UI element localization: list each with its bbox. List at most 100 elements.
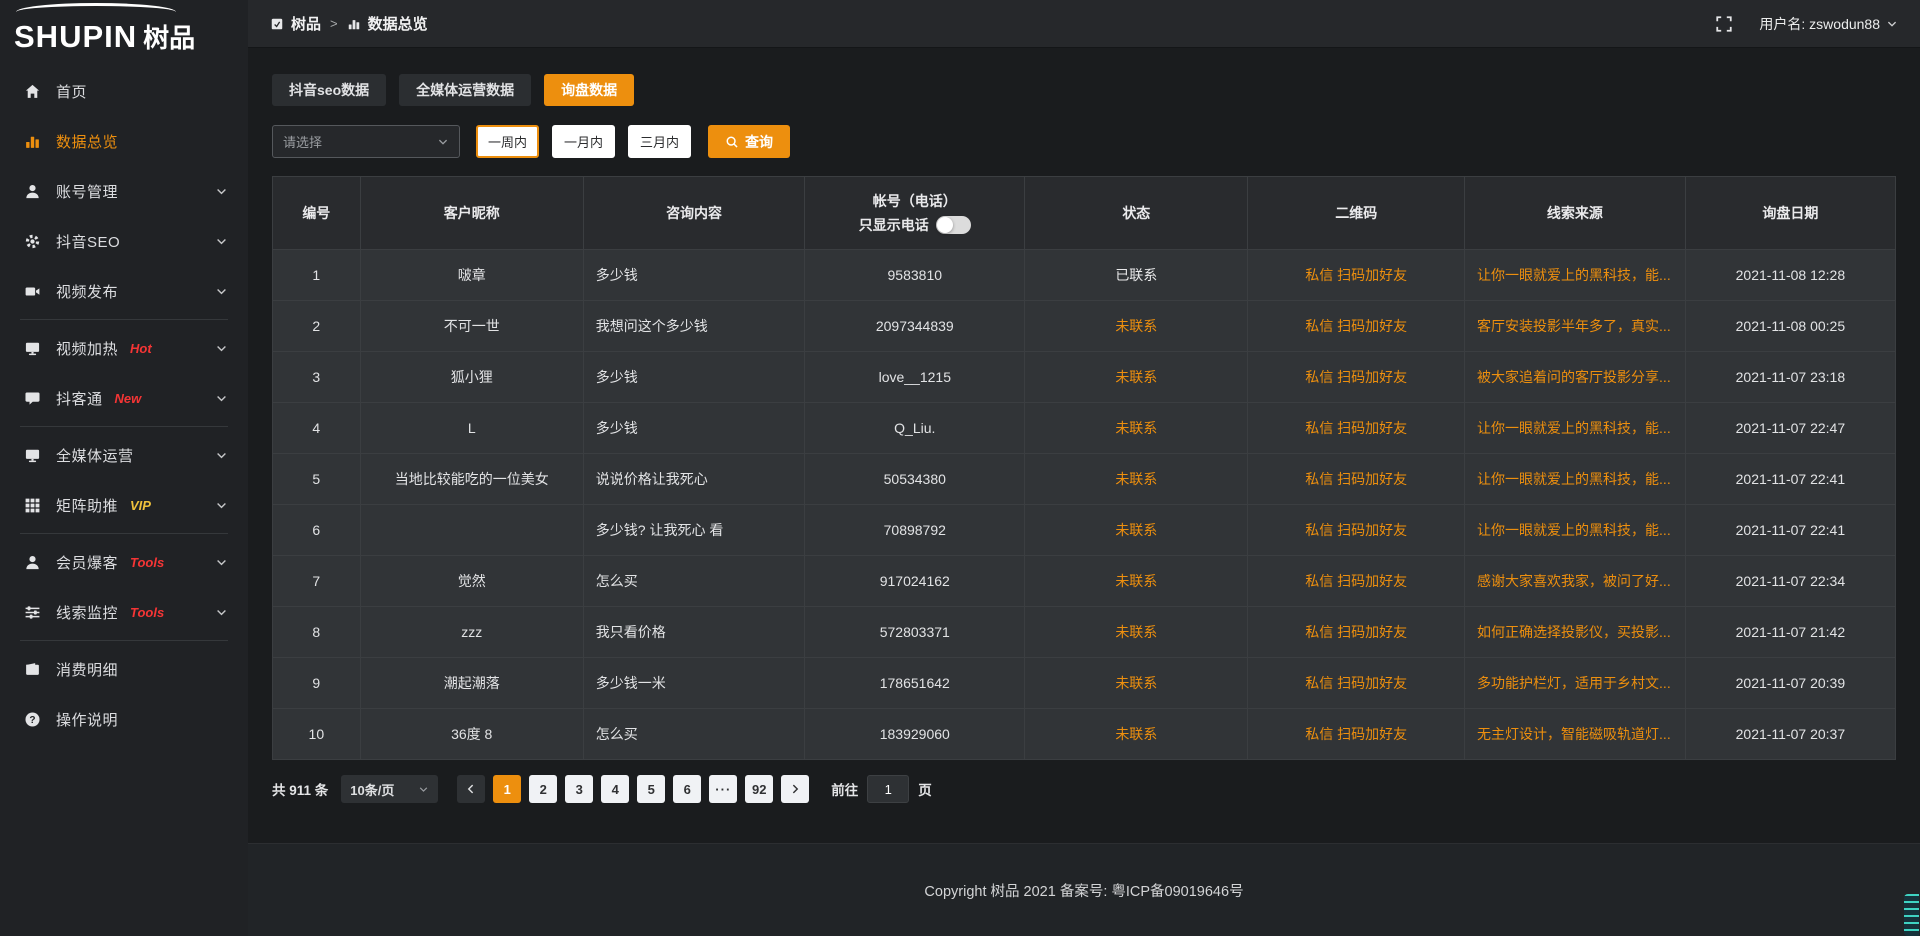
cell-qrcode[interactable]: 私信 扫码加好友 (1248, 658, 1465, 709)
sidebar-item-label: 数据总览 (56, 131, 118, 152)
sidebar-item-label: 线索监控 (56, 602, 118, 623)
column-header-5: 二维码 (1248, 177, 1465, 250)
topbar: 树品 > 数据总览 用户名: zswodun88 (248, 0, 1920, 48)
cell-source[interactable]: 让你一眼就爱上的黑科技，能... (1465, 505, 1686, 556)
table-row: 5当地比较能吃的一位美女说说价格让我死心50534380未联系私信 扫码加好友让… (273, 454, 1896, 505)
cell-source[interactable]: 让你一眼就爱上的黑科技，能... (1465, 250, 1686, 301)
sidebar-menu: 首页数据总览账号管理抖音SEO视频发布视频加热Hot抖客通New 全媒体运营矩阵助… (0, 58, 248, 936)
tab-inquiry-data[interactable]: 询盘数据 (544, 74, 634, 106)
menu-divider (20, 426, 228, 427)
page-button-1[interactable]: 1 (493, 775, 521, 803)
chat-widget[interactable] (1904, 894, 1919, 936)
column-header-4: 状态 (1025, 177, 1248, 250)
range-button-2[interactable]: 三月内 (628, 125, 691, 158)
pagination-ellipsis[interactable]: ··· (709, 775, 737, 803)
search-button[interactable]: 查询 (708, 125, 790, 158)
cell-source[interactable]: 让你一眼就爱上的黑科技，能... (1465, 454, 1686, 505)
sidebar-item-lead-monitor[interactable]: 线索监控Tools (0, 587, 248, 637)
page-button-2[interactable]: 2 (529, 775, 557, 803)
breadcrumb-root[interactable]: 树品 (291, 13, 321, 34)
sidebar-item-label: 账号管理 (56, 181, 118, 202)
sidebar-item-home[interactable]: 首页 (0, 66, 248, 116)
goto-page-input[interactable] (867, 775, 909, 803)
inquiry-table: 编号客户昵称咨询内容帐号（电话）只显示电话状态二维码线索来源询盘日期 1啵章多少… (272, 176, 1896, 760)
sidebar-item-account-management[interactable]: 账号管理 (0, 166, 248, 216)
cell-content: 多少钱一米 (583, 658, 805, 709)
home-icon (24, 83, 41, 100)
sidebar-item-label: 全媒体运营 (56, 445, 134, 466)
goto-unit: 页 (918, 779, 932, 799)
cell-index: 8 (273, 607, 361, 658)
cell-source[interactable]: 让你一眼就爱上的黑科技，能... (1465, 403, 1686, 454)
sidebar-item-label: 操作说明 (56, 709, 118, 730)
cell-source[interactable]: 无主灯设计，智能磁吸轨道灯... (1465, 709, 1686, 760)
sidebar-item-matrix-boost[interactable]: 矩阵助推VIP (0, 480, 248, 530)
range-button-1[interactable]: 一月内 (552, 125, 615, 158)
chevron-down-icon (215, 556, 228, 569)
table-row: 2不可一世我想问这个多少钱2097344839未联系私信 扫码加好友客厅安装投影… (273, 301, 1896, 352)
sidebar-item-douyin-seo[interactable]: 抖音SEO (0, 216, 248, 266)
cell-account: Q_Liu. (805, 403, 1025, 454)
range-button-0[interactable]: 一周内 (476, 125, 539, 158)
sidebar-item-data-overview[interactable]: 数据总览 (0, 116, 248, 166)
sidebar-item-douketong[interactable]: 抖客通New (0, 373, 248, 423)
sidebar-item-consume-detail[interactable]: 消费明细 (0, 644, 248, 694)
page-button-6[interactable]: 6 (673, 775, 701, 803)
cell-date: 2021-11-07 22:41 (1685, 505, 1895, 556)
cell-qrcode[interactable]: 私信 扫码加好友 (1248, 403, 1465, 454)
page-button-5[interactable]: 5 (637, 775, 665, 803)
filter-select[interactable]: 请选择 (272, 125, 460, 158)
grid-icon (24, 497, 41, 514)
logo-text-en: SHUPIN (14, 21, 137, 52)
phone-only-toggle[interactable] (936, 216, 971, 234)
cell-account: 70898792 (805, 505, 1025, 556)
cell-source[interactable]: 被大家追着问的客厅投影分享... (1465, 352, 1686, 403)
menu-divider (20, 319, 228, 320)
tab-douyin-seo-data[interactable]: 抖音seo数据 (272, 74, 386, 106)
cell-index: 3 (273, 352, 361, 403)
cell-source[interactable]: 感谢大家喜欢我家，被问了好... (1465, 556, 1686, 607)
cell-qrcode[interactable]: 私信 扫码加好友 (1248, 556, 1465, 607)
cell-date: 2021-11-07 22:41 (1685, 454, 1895, 505)
sidebar-item-operation-guide[interactable]: ?操作说明 (0, 694, 248, 744)
cell-status: 未联系 (1025, 607, 1248, 658)
user-menu[interactable]: 用户名: zswodun88 (1759, 14, 1898, 34)
next-page-button[interactable] (781, 775, 809, 803)
page-button-4[interactable]: 4 (601, 775, 629, 803)
page-button-3[interactable]: 3 (565, 775, 593, 803)
cell-source[interactable]: 客厅安装投影半年多了，真实... (1465, 301, 1686, 352)
cell-qrcode[interactable]: 私信 扫码加好友 (1248, 454, 1465, 505)
table-body: 1啵章多少钱9583810已联系私信 扫码加好友让你一眼就爱上的黑科技，能...… (273, 250, 1896, 760)
sidebar-item-member-burst[interactable]: 会员爆客Tools (0, 537, 248, 587)
phone-toggle-label: 只显示电话 (859, 215, 929, 235)
sidebar-item-video-publish[interactable]: 视频发布 (0, 266, 248, 316)
cell-qrcode[interactable]: 私信 扫码加好友 (1248, 607, 1465, 658)
sidebar-item-label: 矩阵助推 (56, 495, 118, 516)
cell-account: 183929060 (805, 709, 1025, 760)
cell-qrcode[interactable]: 私信 扫码加好友 (1248, 301, 1465, 352)
prev-page-button[interactable] (457, 775, 485, 803)
cell-content: 多少钱 (583, 352, 805, 403)
fullscreen-icon[interactable] (1715, 15, 1733, 33)
sidebar-item-omni-media[interactable]: 全媒体运营 (0, 430, 248, 480)
cell-source[interactable]: 如何正确选择投影仪，买投影... (1465, 607, 1686, 658)
cell-qrcode[interactable]: 私信 扫码加好友 (1248, 709, 1465, 760)
tab-omni-media-data[interactable]: 全媒体运营数据 (399, 74, 531, 106)
logo[interactable]: SHUPIN 树品 (0, 0, 248, 58)
chevron-down-icon (215, 185, 228, 198)
cell-qrcode[interactable]: 私信 扫码加好友 (1248, 352, 1465, 403)
cell-status: 未联系 (1025, 658, 1248, 709)
cell-qrcode[interactable]: 私信 扫码加好友 (1248, 505, 1465, 556)
cell-source[interactable]: 多功能护栏灯，适用于乡村文... (1465, 658, 1686, 709)
phone-toggle-row: 只显示电话 (815, 215, 1014, 235)
cell-qrcode[interactable]: 私信 扫码加好友 (1248, 250, 1465, 301)
cell-content: 多少钱? 让我死心 看 (583, 505, 805, 556)
page-button-92[interactable]: 92 (745, 775, 773, 803)
chevron-right-icon (789, 783, 801, 795)
chevron-down-icon (215, 285, 228, 298)
page-size-select[interactable]: 10条/页 (341, 775, 438, 803)
sidebar-item-video-heat[interactable]: 视频加热Hot (0, 323, 248, 373)
app-root: SHUPIN 树品 首页数据总览账号管理抖音SEO视频发布视频加热Hot抖客通N… (0, 0, 1920, 936)
breadcrumb-separator: > (330, 16, 338, 31)
cell-index: 2 (273, 301, 361, 352)
